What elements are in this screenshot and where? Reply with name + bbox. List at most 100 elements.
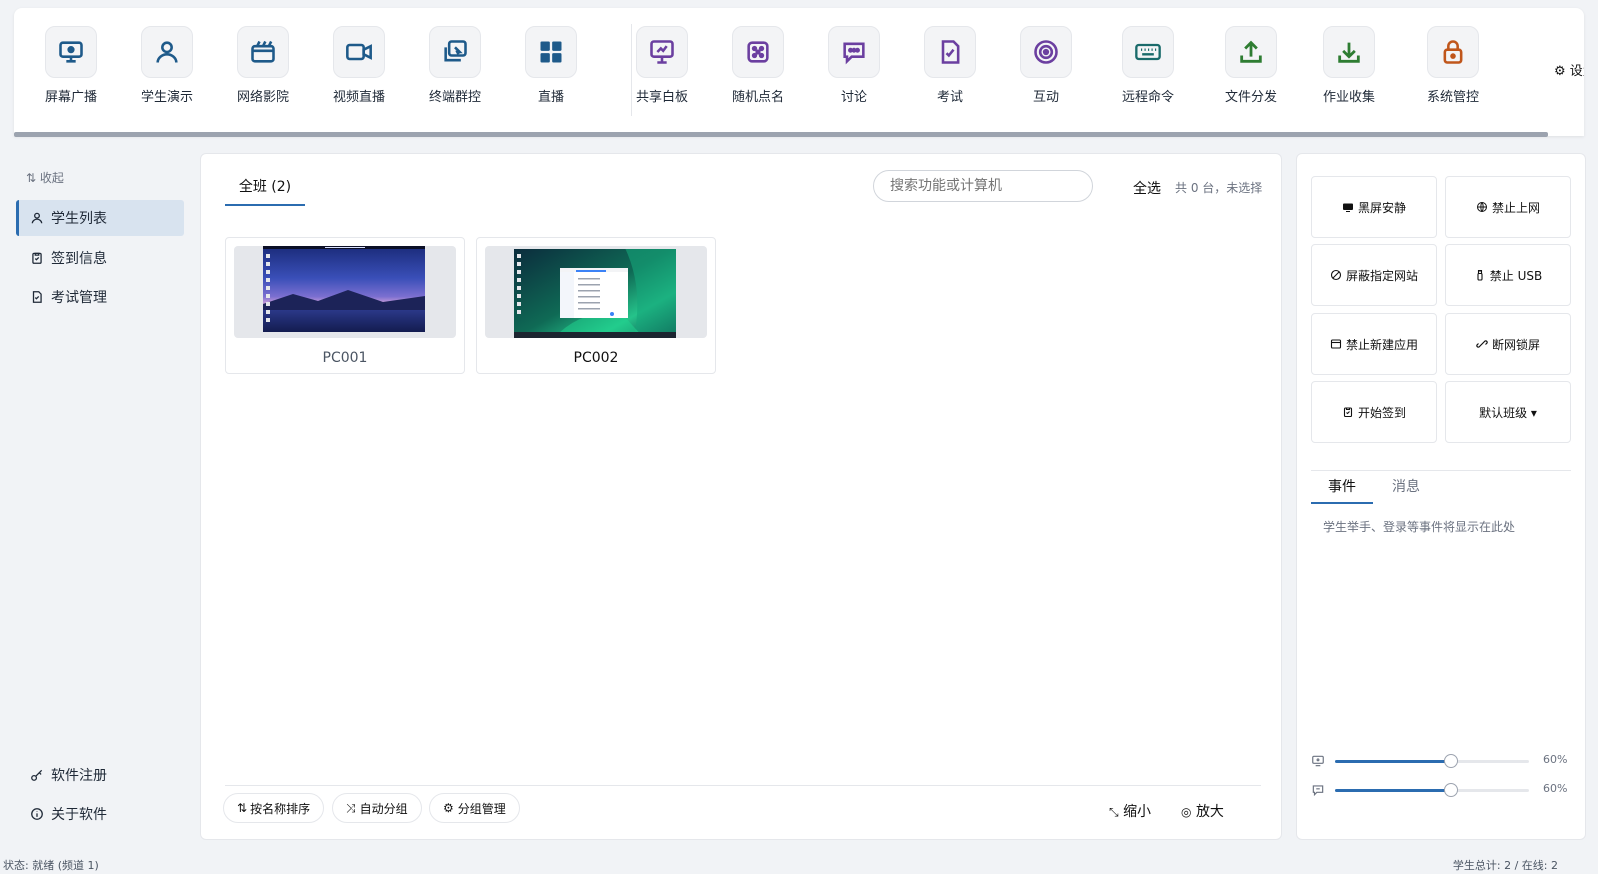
system-control-icon	[1427, 26, 1479, 78]
computer-thumbnail	[234, 246, 456, 338]
file-distribute-icon	[1225, 26, 1277, 78]
tool-label: 文件分发	[1224, 90, 1277, 105]
zoom-out-button[interactable]: ⤡ 缩小	[1109, 801, 1151, 821]
tool-label: 讨论	[840, 90, 867, 105]
clipboard-check-icon	[1343, 407, 1353, 418]
network-cinema-icon	[237, 26, 289, 78]
tool-interaction[interactable]: 互动	[1001, 26, 1091, 105]
tool-label: 网络影院	[236, 90, 289, 105]
tool-label: 随机点名	[731, 90, 784, 105]
quick-action-label: 黑屏安静	[1357, 200, 1406, 215]
discussion-icon	[828, 26, 880, 78]
tool-network-cinema[interactable]: 网络影院	[218, 26, 308, 105]
block-usb-button[interactable]: 禁止 USB	[1445, 244, 1571, 306]
footer-divider	[225, 785, 1261, 786]
zoom-target-icon: ◎	[1181, 805, 1192, 819]
sidebar-item-about-software[interactable]: 关于软件	[16, 796, 184, 832]
tool-exam[interactable]: 考试	[905, 26, 995, 105]
slider-fill	[1335, 789, 1452, 792]
tool-shared-whiteboard[interactable]: 共享白板	[617, 26, 707, 105]
sidebar-item-label: 软件注册	[51, 768, 107, 784]
disconnect-lock-button[interactable]: 断网锁屏	[1445, 313, 1571, 375]
block-internet-button[interactable]: 禁止上网	[1445, 176, 1571, 238]
sort-icon: ⇅	[237, 801, 248, 815]
quick-action-label: 屏蔽指定网站	[1345, 268, 1418, 283]
selection-status: 共 0 台，未选择	[1175, 181, 1263, 195]
tool-discussion[interactable]: 讨论	[809, 26, 899, 105]
sidebar-item-software-registration[interactable]: 软件注册	[16, 757, 184, 793]
auto-group-button[interactable]: ⤨ 自动分组	[332, 793, 422, 823]
computer-card-pc002[interactable]: PC002	[476, 237, 716, 374]
event-empty-text: 学生举手、登录等事件将显示在此处	[1323, 520, 1516, 534]
slider-track[interactable]	[1335, 783, 1529, 797]
search-input[interactable]	[873, 170, 1093, 202]
block-website-button[interactable]: 屏蔽指定网站	[1311, 244, 1437, 306]
tool-homework-collect[interactable]: 作业收集	[1304, 26, 1394, 105]
desktop-screenshot	[514, 246, 676, 338]
auto-group-label: 自动分组	[359, 801, 408, 816]
tool-video-live[interactable]: 视频直播	[314, 26, 404, 105]
zoom-out-label: 缩小	[1123, 804, 1152, 820]
zoom-in-label: 放大	[1195, 804, 1224, 820]
tool-remote-command[interactable]: 远程命令	[1103, 26, 1193, 105]
tab-events[interactable]: 事件	[1311, 472, 1373, 504]
tool-label: 终端群控	[428, 90, 481, 105]
tool-label: 考试	[936, 90, 963, 105]
tool-random-roll-call[interactable]: 随机点名	[713, 26, 803, 105]
select-all-button[interactable]: 全选	[1133, 178, 1161, 198]
sidebar-item-exam-management[interactable]: 考试管理	[16, 279, 184, 315]
monitor-small-icon	[1312, 755, 1324, 767]
screen-quality-slider-row: 60%	[1311, 753, 1571, 769]
slider-handle[interactable]	[1444, 754, 1459, 768]
tab-messages[interactable]: 消息	[1375, 472, 1437, 504]
black-screen-button[interactable]: 黑屏安静	[1311, 176, 1437, 238]
tool-screen-broadcast[interactable]: 屏幕广播	[26, 26, 116, 105]
quick-action-label: 禁止上网	[1491, 200, 1540, 215]
random-roll-call-icon	[732, 26, 784, 78]
quick-action-label: 禁止 USB	[1489, 268, 1543, 283]
tab-all-class[interactable]: 全班 (2)	[225, 172, 305, 206]
settings-button[interactable]: ⚙ 设置	[1554, 60, 1584, 79]
toolbar-scrollbar[interactable]	[14, 132, 1548, 137]
slider-value: 60%	[1543, 782, 1568, 795]
computer-card-pc001[interactable]: PC001	[225, 237, 465, 374]
tool-terminal-group-control[interactable]: 终端群控	[410, 26, 500, 105]
sidebar-item-student-list[interactable]: 学生列表	[16, 200, 184, 236]
tool-label: 直播	[537, 90, 564, 105]
group-manage-label: 分组管理	[457, 801, 506, 816]
class-select-dropdown[interactable]: 默认班级 ▾	[1445, 381, 1571, 443]
slider-track[interactable]	[1335, 754, 1529, 768]
quick-action-label: 断网锁屏	[1491, 337, 1540, 352]
clipboard-check-icon	[32, 252, 42, 264]
tool-student-demo[interactable]: 学生演示	[122, 26, 212, 105]
status-text: 状态: 就绪 (频道 1)	[3, 859, 99, 872]
computer-thumbnail	[485, 246, 707, 338]
tool-label: 共享白板	[635, 90, 688, 105]
terminal-group-control-icon	[429, 26, 481, 78]
sidebar-item-sign-in-info[interactable]: 签到信息	[16, 240, 184, 276]
message-slider-row: 60%	[1311, 782, 1571, 798]
sidebar-collapse-button[interactable]: ⇅ 收起	[26, 169, 64, 186]
group-manage-button[interactable]: ⚙ 分组管理	[429, 793, 520, 823]
shared-whiteboard-icon	[636, 26, 688, 78]
shrink-icon: ⤡	[1109, 805, 1119, 819]
student-demo-icon	[141, 26, 193, 78]
control-panel: 黑屏安静 禁止上网 屏蔽指定网站 禁止 USB 禁止新建应用 断网锁屏 开始签到…	[1296, 153, 1586, 840]
tool-label: 作业收集	[1322, 90, 1375, 105]
block-icon	[1330, 269, 1342, 281]
start-sign-in-button[interactable]: 开始签到	[1311, 381, 1437, 443]
tool-system-control[interactable]: 系统管控	[1408, 26, 1498, 105]
student-count-status: 学生总计: 2 / 在线: 2	[1452, 859, 1558, 872]
slider-value: 60%	[1543, 753, 1568, 766]
tool-live[interactable]: 直播	[506, 26, 596, 105]
zoom-in-button[interactable]: ◎ 放大	[1181, 801, 1224, 821]
tool-label: 互动	[1032, 90, 1059, 105]
computer-name: PC001	[322, 350, 368, 366]
sort-by-name-button[interactable]: ⇅ 按名称排序	[223, 793, 325, 823]
slider-handle[interactable]	[1444, 783, 1459, 797]
block-new-app-button[interactable]: 禁止新建应用	[1311, 313, 1437, 375]
sidebar-item-label: 考试管理	[51, 290, 107, 306]
tool-file-distribute[interactable]: 文件分发	[1206, 26, 1296, 105]
gear-icon: ⚙	[443, 801, 454, 815]
exam-icon	[924, 26, 976, 78]
